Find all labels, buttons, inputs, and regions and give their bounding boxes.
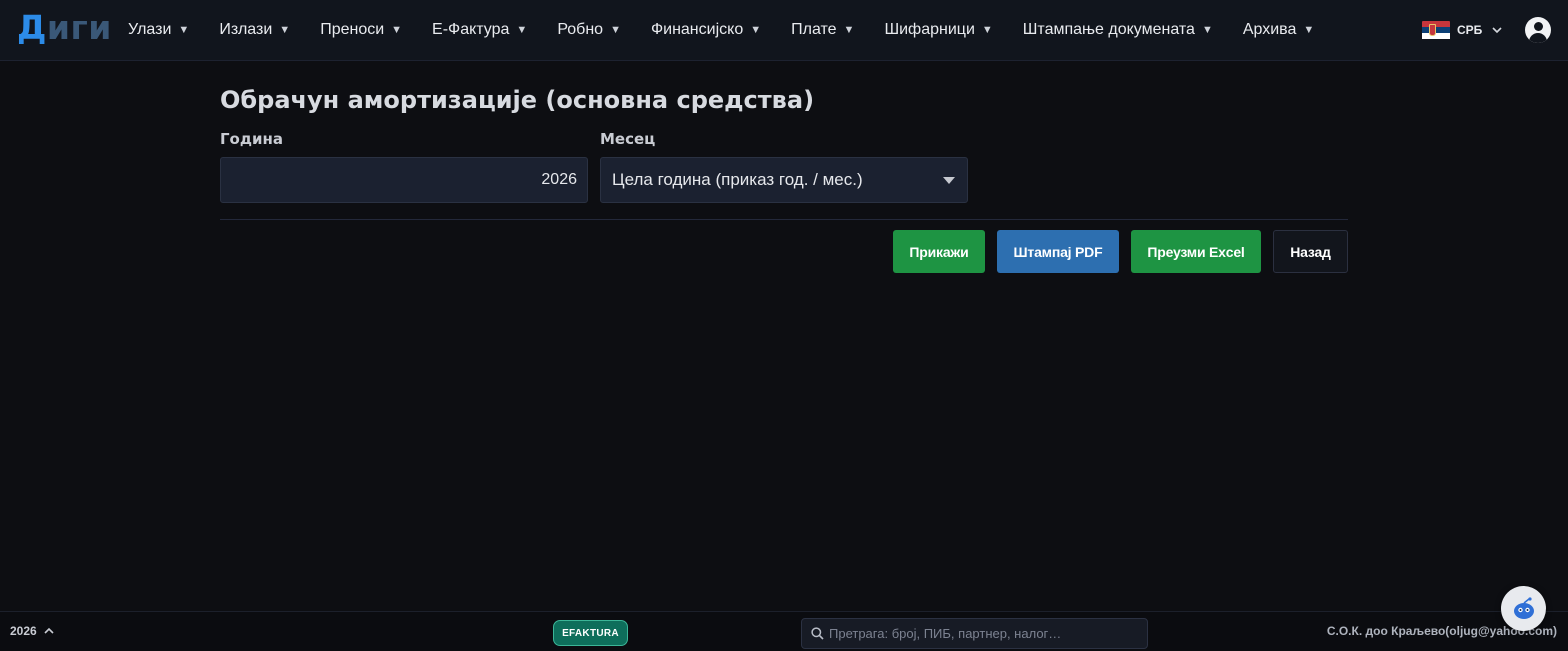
assistant-fab[interactable] bbox=[1501, 586, 1546, 631]
caret-down-icon: ▼ bbox=[178, 24, 190, 36]
language-selector[interactable]: СРБ bbox=[1422, 20, 1502, 40]
menu-item-finansijsko[interactable]: Финансијско ▼ bbox=[651, 21, 761, 39]
caret-down-icon: ▼ bbox=[1303, 24, 1315, 36]
top-navbar: Диги Улази ▼ Излази ▼ Преноси ▼ Е-Фактура ▼ … bbox=[0, 0, 1568, 61]
main-menu: Улази ▼ Излази ▼ Преноси ▼ Е-Фактура ▼ Робно… bbox=[128, 0, 1344, 60]
logo-letter: Д bbox=[17, 8, 47, 47]
caret-down-icon: ▼ bbox=[279, 24, 291, 36]
efaktura-badge[interactable]: EFAKTURA bbox=[553, 620, 628, 646]
menu-item-efaktura[interactable]: Е-Фактура ▼ bbox=[432, 21, 527, 39]
year-label: Година bbox=[220, 130, 283, 148]
global-search[interactable] bbox=[801, 618, 1148, 649]
menu-item-arhiva[interactable]: Архива ▼ bbox=[1243, 21, 1314, 39]
menu-item-label: Преноси bbox=[320, 21, 385, 38]
caret-down-icon: ▼ bbox=[516, 24, 528, 36]
footer-year-label: 2026 bbox=[10, 624, 37, 638]
menu-item-label: Робно bbox=[557, 21, 604, 38]
menu-item-label: Штампање докумената bbox=[1022, 21, 1195, 38]
app-logo[interactable]: Диги bbox=[17, 6, 112, 50]
back-button[interactable]: Назад bbox=[1273, 230, 1348, 273]
menu-item-label: Улази bbox=[128, 21, 172, 38]
month-select[interactable]: Цела година (приказ год. / мес.) bbox=[600, 157, 968, 203]
menu-item-label: Е-Фактура bbox=[432, 21, 510, 38]
menu-item-ulazi[interactable]: Улази ▼ bbox=[128, 21, 189, 39]
print-pdf-button[interactable]: Штампај PDF bbox=[997, 230, 1119, 273]
menu-item-label: Финансијско bbox=[650, 21, 744, 38]
menu-item-izlazi[interactable]: Излази ▼ bbox=[219, 21, 290, 39]
menu-item-label: Архива bbox=[1242, 21, 1297, 38]
month-label: Месец bbox=[600, 130, 656, 148]
logo-text: иги bbox=[46, 8, 112, 47]
year-input[interactable]: 2026 bbox=[220, 157, 588, 203]
month-select-value: Цела година (приказ год. / мес.) bbox=[612, 170, 863, 189]
chevron-up-icon bbox=[44, 627, 54, 634]
page-title: Обрачун амортизације (основна средства) bbox=[220, 86, 815, 114]
caret-down-icon: ▼ bbox=[750, 24, 762, 36]
menu-item-label: Плате bbox=[791, 21, 837, 38]
show-button[interactable]: Прикажи bbox=[893, 230, 985, 273]
footer-year-selector[interactable]: 2026 bbox=[10, 624, 54, 638]
chevron-down-icon bbox=[1492, 27, 1502, 34]
search-icon bbox=[811, 627, 824, 640]
serbia-flag-icon bbox=[1422, 20, 1450, 40]
menu-item-robno[interactable]: Робно ▼ bbox=[557, 21, 621, 39]
search-input[interactable] bbox=[829, 626, 1129, 641]
menu-item-label: Шифарници bbox=[884, 21, 975, 38]
menu-item-stampanje[interactable]: Штампање докумената ▼ bbox=[1023, 21, 1213, 39]
dropdown-arrow-icon bbox=[943, 177, 955, 184]
menu-item-prenosi[interactable]: Преноси ▼ bbox=[320, 21, 402, 39]
menu-item-label: Излази bbox=[219, 21, 273, 38]
caret-down-icon: ▼ bbox=[981, 24, 993, 36]
divider bbox=[220, 219, 1348, 220]
footer-bar: 2026 EFAKTURA С.О.К. доо Краљево(oljug@y… bbox=[0, 611, 1568, 651]
menu-item-sifarnici[interactable]: Шифарници ▼ bbox=[884, 21, 992, 39]
robot-assistant-icon bbox=[1513, 596, 1534, 619]
caret-down-icon: ▼ bbox=[1201, 24, 1213, 36]
caret-down-icon: ▼ bbox=[843, 24, 855, 36]
user-avatar-icon[interactable] bbox=[1525, 17, 1551, 43]
download-excel-button[interactable]: Преузми Excel bbox=[1131, 230, 1261, 273]
language-label: СРБ bbox=[1457, 23, 1483, 37]
caret-down-icon: ▼ bbox=[391, 24, 403, 36]
caret-down-icon: ▼ bbox=[610, 24, 621, 36]
menu-item-plate[interactable]: Плате ▼ bbox=[791, 21, 854, 39]
